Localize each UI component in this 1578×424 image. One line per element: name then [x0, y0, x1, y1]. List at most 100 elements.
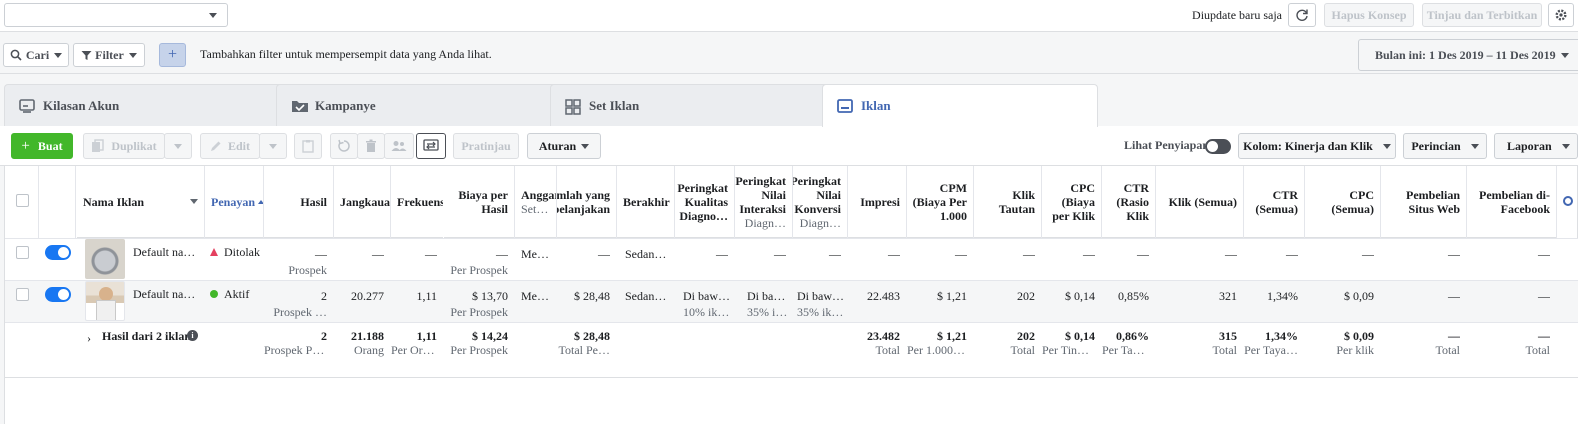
funnel-icon — [81, 50, 92, 60]
gear-icon — [1555, 9, 1567, 21]
column-header-results[interactable]: Hasil — [264, 166, 333, 238]
total-cpc-subvalue: Per Tind… — [1042, 343, 1095, 357]
delivery-label: Ditolak — [224, 245, 260, 259]
tab-ads[interactable]: Iklan — [822, 84, 1098, 127]
delivery-status: Ditolak — [210, 245, 264, 260]
cpc-all-value: — — [1362, 247, 1374, 261]
ad-name[interactable]: Default na… — [133, 245, 203, 260]
tab-account-overview[interactable]: Kilasan Akun — [4, 84, 290, 126]
discard-draft-label: Hapus Konsep — [1331, 7, 1407, 22]
column-header-facebook-purchases[interactable]: Pembelian di- Facebook — [1467, 166, 1556, 238]
results-subvalue: Prospek — [288, 263, 327, 277]
ctr-value: 0,85% — [1118, 289, 1149, 303]
edit-menu-button[interactable] — [259, 133, 287, 159]
column-header-quality-ranking[interactable]: Peringkat Kualitas Diagno… — [675, 166, 734, 238]
table-row[interactable]: Default na… Aktif 2 Prospek … 20.277 1,1… — [5, 281, 1578, 323]
totals-label: Hasil dari 2 iklan — [102, 329, 192, 343]
edit-label: Edit — [227, 138, 250, 153]
audience-button[interactable] — [384, 133, 414, 159]
header-label: Hasil — [300, 194, 327, 209]
ad-status-toggle[interactable] — [45, 287, 71, 302]
duplicate-button[interactable]: Duplikat — [83, 133, 165, 159]
info-icon[interactable]: i — [187, 330, 198, 341]
edit-button[interactable]: Edit — [200, 133, 260, 159]
column-header-impressions[interactable]: Impresi — [848, 166, 906, 238]
header-label: Facebook — [1500, 201, 1550, 216]
breakdown-dropdown[interactable]: Perincian — [1403, 133, 1487, 159]
chevron-down-icon — [581, 143, 590, 149]
quality-ranking-subvalue: 10% ik… — [683, 305, 730, 319]
clipboard-button[interactable] — [294, 133, 322, 159]
column-header-clicks-all[interactable]: Klik (Semua) — [1156, 166, 1243, 238]
settings-button[interactable] — [1548, 3, 1574, 27]
duplicate-menu-button[interactable] — [164, 133, 192, 159]
table-row[interactable]: Default na… Ditolak — Prospek — — — Per … — [5, 239, 1578, 281]
trash-icon — [366, 139, 376, 152]
filter-button[interactable]: Filter — [73, 43, 145, 67]
amount-spent-value: — — [598, 247, 610, 261]
reports-dropdown[interactable]: Laporan — [1494, 133, 1578, 159]
column-header-cpc-all[interactable]: CPC (Semua) — [1305, 166, 1380, 238]
column-header-ends[interactable]: Berakhir — [617, 166, 674, 238]
discard-button[interactable] — [330, 133, 358, 159]
search-label: Cari — [25, 47, 50, 62]
row-checkbox[interactable] — [16, 288, 29, 301]
ends-value: Sedan… — [625, 247, 667, 261]
tab-campaigns[interactable]: Kampanye — [276, 84, 564, 126]
chevron-right-icon[interactable]: › — [87, 331, 91, 346]
header-label: 1.000 — [940, 208, 967, 223]
column-header-ctr[interactable]: CTR (Rasio Klik — [1102, 166, 1155, 238]
column-header-conversion-ranking[interactable]: Peringkat Nilai Konversi Diagn… — [793, 166, 847, 238]
row-checkbox[interactable] — [16, 246, 29, 259]
column-header-cpm[interactable]: CPM (Biaya Per 1.000 — [907, 166, 973, 238]
add-filter-button[interactable]: + — [159, 43, 186, 67]
review-publish-button[interactable]: Tinjau dan Terbitkan — [1422, 3, 1542, 27]
column-header-link-clicks[interactable]: Klik Tautan — [974, 166, 1041, 238]
preview-button[interactable]: Pratinjau — [453, 133, 519, 159]
plus-icon: + — [21, 137, 30, 154]
top-bar: Diupdate baru saja Hapus Konsep Tinjau d… — [0, 0, 1578, 32]
ad-name[interactable]: Default na… — [133, 287, 203, 302]
preview-label: Pratinjau — [461, 138, 511, 153]
header-label: (Semua) — [1255, 201, 1298, 216]
create-button[interactable]: + Buat — [11, 133, 73, 159]
column-header-cost-per-result[interactable]: Biaya per Hasil — [444, 166, 514, 238]
column-header-cpc[interactable]: CPC (Biaya per Klik — [1042, 166, 1101, 238]
column-header-ctr-all[interactable]: CTR (Semua) — [1244, 166, 1304, 238]
column-header-delivery[interactable]: Penayan — [205, 166, 263, 238]
search-button[interactable]: Cari — [3, 43, 69, 67]
column-header-amount-spent[interactable]: Jumlah yangDibelanjakan — [557, 166, 616, 238]
refresh-button[interactable] — [1288, 3, 1316, 27]
chevron-down-icon — [1561, 143, 1570, 149]
column-header-website-purchases[interactable]: Pembelian Situs Web — [1381, 166, 1466, 238]
account-overview-icon — [19, 98, 35, 113]
duplicate-label: Duplikat — [111, 138, 157, 153]
header-label: CTR — [1123, 180, 1149, 195]
select-all-checkbox[interactable] — [16, 194, 29, 207]
add-column-icon[interactable] — [1563, 196, 1573, 206]
sort-ascending-icon — [258, 199, 263, 204]
ab-test-button[interactable] — [416, 133, 446, 159]
discard-draft-button[interactable]: Hapus Konsep — [1324, 3, 1414, 27]
date-range-picker[interactable]: Bulan ini: 1 Des 2019 – 11 Des 2019 — [1358, 39, 1578, 71]
tab-ad-sets[interactable]: Set Iklan — [550, 84, 834, 126]
chevron-down-icon — [269, 143, 277, 149]
column-header-reach[interactable]: Jangkauan — [334, 166, 390, 238]
view-setup-toggle[interactable] — [1205, 139, 1231, 154]
column-header-name[interactable]: Nama Iklan — [77, 166, 204, 238]
ad-status-toggle[interactable] — [45, 245, 71, 260]
columns-dropdown[interactable]: Kolom: Kinerja dan Klik — [1238, 133, 1396, 159]
header-label: Frekuensi — [397, 194, 443, 209]
ad-thumbnail[interactable] — [85, 281, 125, 321]
column-header-engagement-ranking[interactable]: Peringkat Nilai Interaksi Diagn… — [735, 166, 792, 238]
delete-button[interactable] — [357, 133, 385, 159]
column-header-frequency[interactable]: Frekuensi — [391, 166, 443, 238]
filter-hint-text: Tambahkan filter untuk mempersempit data… — [200, 47, 492, 61]
header-label: Situs Web — [1408, 201, 1460, 216]
ad-thumbnail[interactable] — [85, 239, 125, 279]
header-label: Peringkat — [677, 180, 728, 195]
account-select[interactable] — [4, 3, 228, 27]
column-header-budget[interactable]: AnggaranSet… — [515, 166, 556, 238]
rules-button[interactable]: Aturan — [527, 133, 601, 159]
amount-spent-value: $ 28,48 — [574, 289, 610, 303]
